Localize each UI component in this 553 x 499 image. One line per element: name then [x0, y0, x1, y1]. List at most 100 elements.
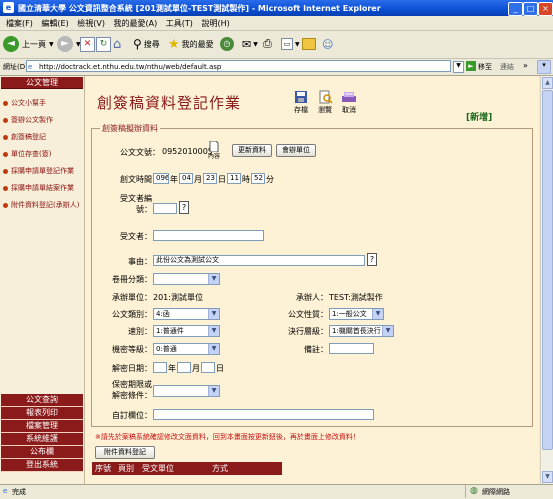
scroll-thumb[interactable]: [542, 90, 553, 450]
sidebar-item-attachment[interactable]: 附件資料登記(承辦人): [3, 200, 79, 210]
save-button[interactable]: 存檔: [290, 90, 312, 115]
cancel-button[interactable]: 取消: [338, 90, 360, 115]
go-button[interactable]: 移至: [478, 62, 492, 72]
keep-select[interactable]: ▼: [153, 385, 220, 397]
menu-file[interactable]: 檔案(F): [6, 18, 33, 29]
back-button[interactable]: ◄ 上一頁 ▼: [3, 35, 54, 53]
menu-edit[interactable]: 編輯(E): [41, 18, 68, 29]
stop-icon: ✕: [80, 36, 95, 52]
links-chevron-icon[interactable]: »: [523, 61, 528, 70]
history-button[interactable]: ◷: [220, 35, 234, 53]
history-icon: ◷: [220, 37, 234, 51]
secret-select[interactable]: 0:普通 ▼: [153, 343, 220, 355]
time-month-input[interactable]: 04: [179, 173, 193, 184]
sidebar-item-bulletin[interactable]: 公布欄: [1, 446, 83, 459]
recv-no-label-2: 號：: [136, 205, 152, 214]
sidebar-item-report-print[interactable]: 報表列印: [1, 407, 83, 420]
sign-unit-button[interactable]: 會辦單位: [276, 144, 316, 157]
category-select[interactable]: ▼: [153, 273, 220, 285]
scroll-up-icon[interactable]: ▲: [542, 77, 553, 89]
go-arrow-icon[interactable]: ►: [466, 61, 476, 71]
sidebar-item-purchase-close[interactable]: 採購申請單結案作業: [3, 183, 74, 193]
note-input[interactable]: [329, 343, 374, 354]
scroll-down-icon[interactable]: ▼: [542, 471, 553, 483]
sidebar-item-draft[interactable]: 簽辦公文製作: [3, 115, 53, 125]
time-min-input[interactable]: 52: [251, 173, 265, 184]
vertical-scrollbar[interactable]: ▲ ▼: [540, 76, 553, 484]
address-input[interactable]: e http://doctrack.et.nthu.edu.tw/nthu/we…: [26, 60, 451, 72]
time-year-input[interactable]: 096: [153, 173, 169, 184]
sidebar-item-assistant[interactable]: 公文小幫手: [3, 98, 46, 108]
menu-help[interactable]: 說明(H): [201, 18, 229, 29]
declass-year-input[interactable]: [153, 362, 167, 373]
internet-zone-icon: ◍: [470, 486, 478, 496]
sidebar-item-system-maint[interactable]: 系統維護: [1, 433, 83, 446]
minimize-button[interactable]: _: [508, 2, 523, 16]
recv-no-lookup-button[interactable]: ?: [179, 201, 189, 214]
nature-select[interactable]: 1:一般公文 ▼: [329, 308, 384, 320]
col-page: 頁別: [118, 464, 134, 473]
mail-button[interactable]: ✉ ▼: [242, 35, 258, 53]
sidebar-item-purchase-register[interactable]: 採購申請單登記作業: [3, 166, 74, 176]
address-url: http://doctrack.et.nthu.edu.tw/nthu/web/…: [39, 63, 222, 71]
favorites-button[interactable]: ★ 我的最愛: [168, 35, 214, 53]
menu-tools[interactable]: 工具(T): [166, 18, 193, 29]
subject-label: 事由：: [128, 257, 152, 266]
speed-select[interactable]: 1:普通件 ▼: [153, 325, 220, 337]
decision-select[interactable]: 1:機關首長決行 ▼: [329, 325, 394, 337]
address-bar: 網址(D) e http://doctrack.et.nthu.edu.tw/n…: [0, 59, 553, 76]
category-label: 卷冊分類：: [112, 275, 152, 284]
type-select[interactable]: 4:函 ▼: [153, 308, 220, 320]
forward-button[interactable]: ► ▼: [57, 35, 81, 53]
messenger-button[interactable]: ☺: [322, 35, 333, 53]
sidebar-item-label: 創簽稿登記: [11, 133, 46, 141]
sidebar-item-register[interactable]: 創簽稿登記: [3, 132, 46, 142]
refresh-button[interactable]: ↻: [96, 35, 111, 53]
declass-month-input[interactable]: [177, 362, 191, 373]
sidebar-item-label: 採購申請單結案作業: [11, 184, 74, 192]
links-button[interactable]: 連結: [500, 62, 514, 72]
subject-lookup-button[interactable]: ?: [367, 253, 377, 266]
maximize-button[interactable]: □: [523, 2, 538, 16]
zone-text: 網際網路: [482, 488, 510, 496]
attachment-register-button[interactable]: 附件資料登記: [95, 446, 155, 459]
address-dropdown-icon[interactable]: ▼: [453, 61, 464, 73]
sidebar: 公文管理 公文小幫手 簽辦公文製作 創簽稿登記 單位存查(簽) 採購申請單登記作…: [0, 76, 85, 484]
subject-input[interactable]: 此份公文為測試公文: [153, 255, 365, 266]
folder-button[interactable]: [302, 35, 316, 53]
menu-favorites[interactable]: 我的最愛(A): [114, 18, 158, 29]
document-icon: [209, 140, 219, 153]
settings-icon[interactable]: ▾: [537, 60, 551, 74]
recv-input[interactable]: [153, 230, 264, 241]
secret-value: 0:普通: [156, 345, 177, 353]
print-button[interactable]: ⎙: [263, 35, 272, 53]
sidebar-item-file-manage[interactable]: 檔案管理: [1, 420, 83, 433]
warning-text: ※請先於案稿系統確認修改文面資料，回到本畫面按更新鈕後，再於畫面上修改資料！: [95, 433, 360, 441]
time-min-unit: 分: [266, 175, 274, 184]
time-hour-input[interactable]: 11: [227, 173, 241, 184]
browse-label: 瀏覽: [318, 106, 332, 114]
browser-toolbar: ◄ 上一頁 ▼ ► ▼ ✕ ↻ ⌂ ⚲ 搜尋 ★ 我的最愛 ◷ ✉ ▼ ⎙ ▭ ▼ …: [0, 31, 553, 59]
mode-badge: [新增]: [466, 113, 493, 123]
home-button[interactable]: ⌂: [113, 35, 121, 53]
bullet-icon: [3, 151, 8, 157]
bullet-icon: [3, 117, 8, 123]
sidebar-header[interactable]: 公文管理: [1, 77, 83, 89]
browse-button[interactable]: 瀏覽: [314, 90, 336, 115]
update-button[interactable]: 更新資料: [232, 144, 272, 157]
sidebar-item-doc-query[interactable]: 公文查詢: [1, 394, 83, 407]
recv-no-input[interactable]: [153, 203, 177, 214]
sidebar-item-archive[interactable]: 單位存查(簽): [3, 149, 51, 159]
menu-view[interactable]: 檢視(V): [77, 18, 105, 29]
self-field-input[interactable]: [153, 409, 374, 420]
attachment-table-header: 序號 頁別 受文單位 方式: [92, 462, 282, 475]
search-button[interactable]: ⚲ 搜尋: [133, 35, 160, 53]
edit-button[interactable]: ▭ ▼: [281, 35, 300, 53]
time-day-input[interactable]: 23: [203, 173, 217, 184]
stop-button[interactable]: ✕: [80, 35, 95, 53]
declass-day-input[interactable]: [201, 362, 215, 373]
close-button[interactable]: ×: [538, 2, 553, 16]
sidebar-item-logout[interactable]: 登出系統: [1, 459, 83, 472]
declass-year-unit: 年: [168, 364, 176, 373]
content-link[interactable]: 內容: [207, 140, 221, 160]
